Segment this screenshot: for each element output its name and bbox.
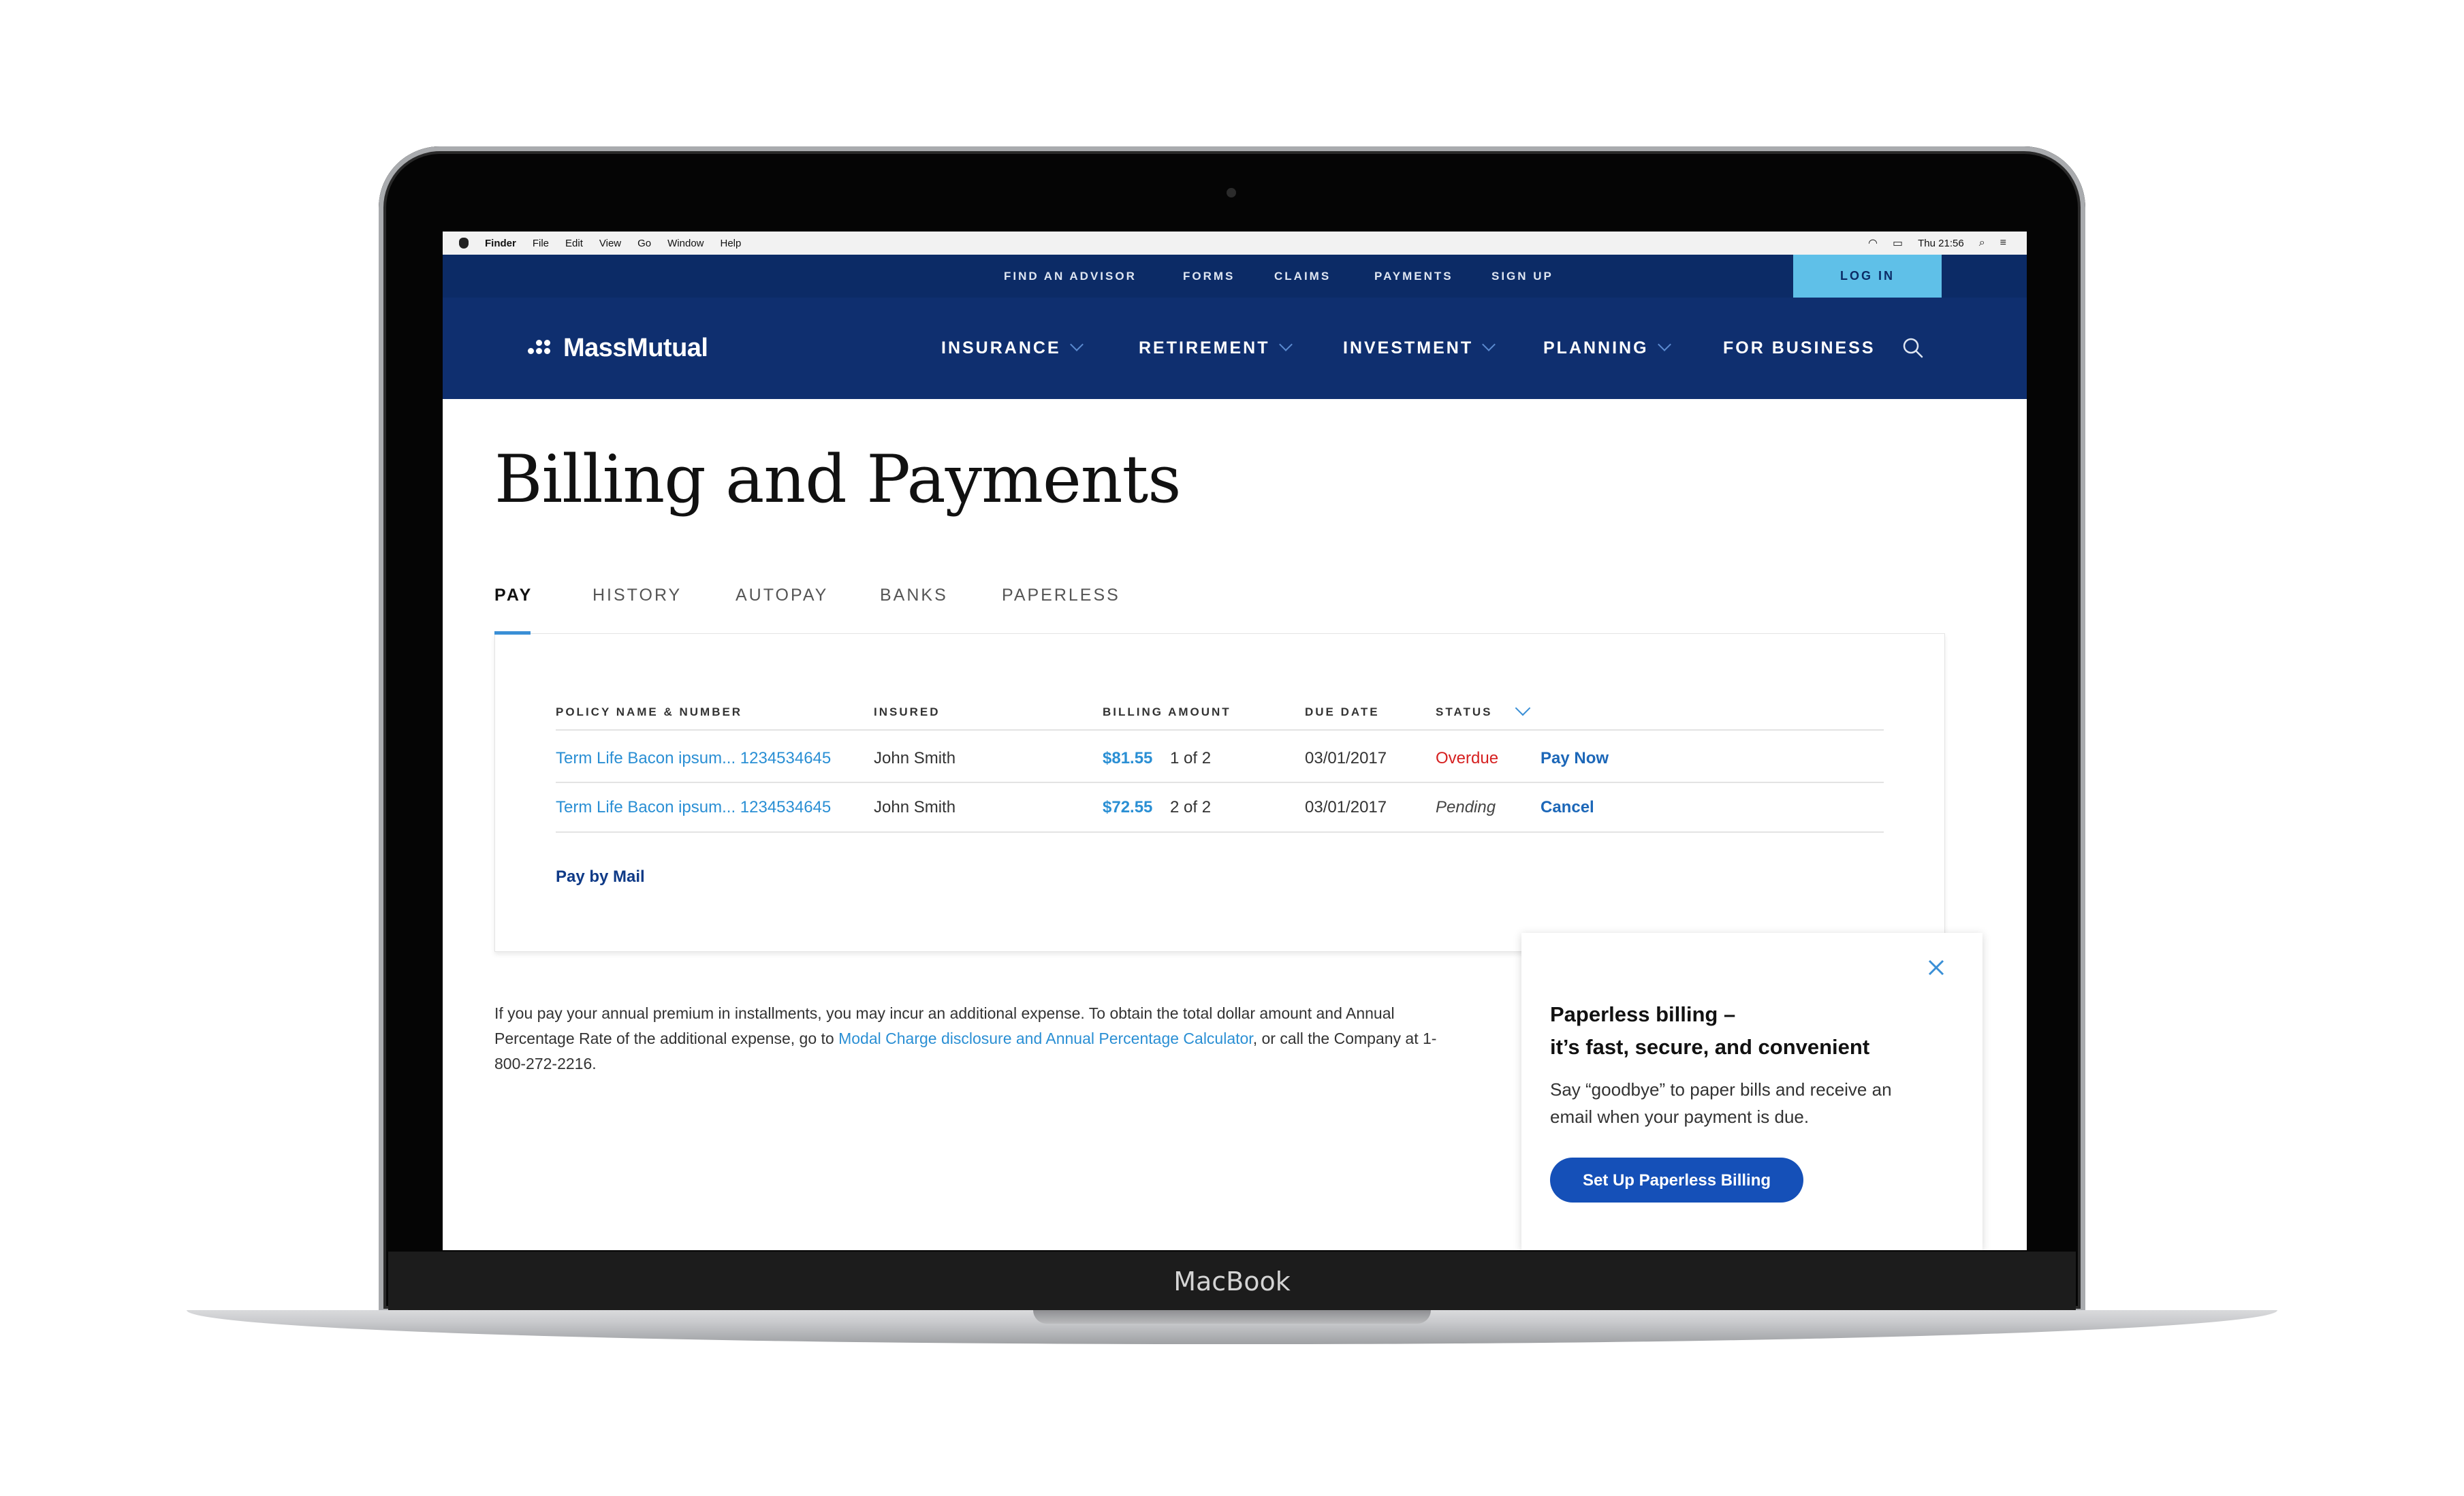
installment: 2 of 2 <box>1170 798 1212 816</box>
apple-icon[interactable] <box>459 238 469 249</box>
installment-disclaimer: If you pay your annual premium in instal… <box>494 1001 1448 1077</box>
nav-retirement-label: RETIREMENT <box>1139 338 1270 357</box>
installment: 1 of 2 <box>1170 749 1212 767</box>
laptop-notch <box>1033 1310 1431 1324</box>
chevron-down-icon <box>1069 338 1084 351</box>
menu-window[interactable]: Window <box>667 238 704 249</box>
tab-autopay[interactable]: AUTOPAY <box>736 586 828 605</box>
billing-amount: $81.55 <box>1103 749 1153 767</box>
chevron-down-icon <box>1657 338 1671 351</box>
menu-file[interactable]: File <box>533 238 549 249</box>
tab-history[interactable]: HISTORY <box>593 586 682 605</box>
header-divider <box>556 729 1884 731</box>
policy-link[interactable]: Term Life Bacon ipsum... 1234534645 <box>556 798 831 817</box>
menu-app-name[interactable]: Finder <box>485 238 516 249</box>
paperless-promo-card: Paperless billing – it’s fast, secure, a… <box>1521 933 1983 1250</box>
cancel-link[interactable]: Cancel <box>1541 798 1594 817</box>
due-date: 03/01/2017 <box>1305 798 1387 816</box>
promo-title-line-2: it’s fast, secure, and convenient <box>1550 1035 1870 1059</box>
util-find-advisor[interactable]: FIND AN ADVISOR <box>1004 255 1137 298</box>
chevron-down-icon <box>1278 338 1293 351</box>
menu-view[interactable]: View <box>599 238 621 249</box>
close-icon[interactable] <box>1926 957 1946 978</box>
nav-planning-label: PLANNING <box>1543 338 1649 357</box>
search-icon[interactable] <box>1902 337 1924 359</box>
status-overdue: Overdue <box>1436 749 1499 767</box>
camera-dot <box>1227 188 1236 197</box>
device-label: MacBook <box>1173 1267 1291 1296</box>
billing-card <box>494 633 1945 952</box>
billing-amount: $72.55 <box>1103 798 1153 816</box>
col-header-status: STATUS <box>1436 705 1493 718</box>
login-button[interactable]: LOG IN <box>1793 255 1942 298</box>
col-header-billing-amount: BILLING AMOUNT <box>1103 705 1231 718</box>
wifi-icon[interactable]: ◠ <box>1868 236 1878 250</box>
insured-name: John Smith <box>874 798 956 816</box>
promo-title: Paperless billing – it’s fast, secure, a… <box>1550 998 1931 1064</box>
massmutual-logo[interactable]: MassMutual <box>528 333 708 363</box>
status-pending: Pending <box>1436 798 1496 816</box>
notification-center-icon[interactable]: ≡ <box>2000 237 2006 249</box>
policy-link[interactable]: Term Life Bacon ipsum... 1234534645 <box>556 749 831 768</box>
utility-nav: FIND AN ADVISOR FORMS CLAIMS PAYMENTS SI… <box>443 255 2027 298</box>
main-nav: MassMutual INSURANCE RETIREMENT INVESTME… <box>443 298 2027 399</box>
battery-icon[interactable]: ▭ <box>1893 236 1903 250</box>
tab-banks[interactable]: BANKS <box>880 586 948 605</box>
nav-insurance[interactable]: INSURANCE <box>941 298 1084 399</box>
menu-edit[interactable]: Edit <box>565 238 583 249</box>
nav-investment-label: INVESTMENT <box>1343 338 1474 357</box>
menubar-clock[interactable]: Thu 21:56 <box>1918 238 1964 249</box>
menu-help[interactable]: Help <box>721 238 742 249</box>
active-tab-indicator <box>494 631 531 635</box>
spotlight-icon[interactable]: ⌕ <box>1979 237 1985 249</box>
setup-paperless-button[interactable]: Set Up Paperless Billing <box>1550 1158 1803 1203</box>
logo-dots-icon <box>528 340 558 356</box>
insured-name: John Smith <box>874 749 956 767</box>
modal-charge-link[interactable]: Modal Charge disclosure and Annual Perce… <box>838 1030 1253 1047</box>
promo-title-line-1: Paperless billing – <box>1550 1002 1736 1026</box>
col-header-insured: INSURED <box>874 705 941 718</box>
nav-insurance-label: INSURANCE <box>941 338 1061 357</box>
util-claims[interactable]: CLAIMS <box>1274 255 1331 298</box>
tab-pay[interactable]: PAY <box>494 586 533 605</box>
nav-retirement[interactable]: RETIREMENT <box>1139 298 1293 399</box>
col-header-due-date: DUE DATE <box>1305 705 1380 718</box>
util-payments[interactable]: PAYMENTS <box>1374 255 1453 298</box>
logo-text: MassMutual <box>563 333 708 362</box>
page-title: Billing and Payments <box>494 441 1181 518</box>
nav-planning[interactable]: PLANNING <box>1543 298 1671 399</box>
col-header-policy[interactable]: POLICY NAME & NUMBER <box>556 705 742 719</box>
nav-investment[interactable]: INVESTMENT <box>1343 298 1496 399</box>
promo-body: Say “goodbye” to paper bills and receive… <box>1550 1079 1892 1127</box>
util-sign-up[interactable]: SIGN UP <box>1491 255 1553 298</box>
chevron-down-icon <box>1482 338 1496 351</box>
menubar-status: ◠ ▭ Thu 21:56 ⌕ ≡ <box>1868 232 2006 255</box>
util-forms[interactable]: FORMS <box>1183 255 1235 298</box>
row-divider <box>556 831 1884 833</box>
tab-paperless[interactable]: PAPERLESS <box>1002 586 1120 605</box>
screen: Finder File Edit View Go Window Help ◠ ▭… <box>443 232 2027 1250</box>
menu-go[interactable]: Go <box>637 238 651 249</box>
pay-by-mail-link[interactable]: Pay by Mail <box>556 868 645 887</box>
nav-for-business[interactable]: FOR BUSINESS <box>1723 298 1876 399</box>
mac-menubar: Finder File Edit View Go Window Help ◠ ▭… <box>443 232 2027 255</box>
row-divider <box>556 782 1884 783</box>
laptop-chin: MacBook <box>388 1252 2076 1310</box>
pay-now-link[interactable]: Pay Now <box>1541 749 1609 768</box>
due-date: 03/01/2017 <box>1305 749 1387 767</box>
